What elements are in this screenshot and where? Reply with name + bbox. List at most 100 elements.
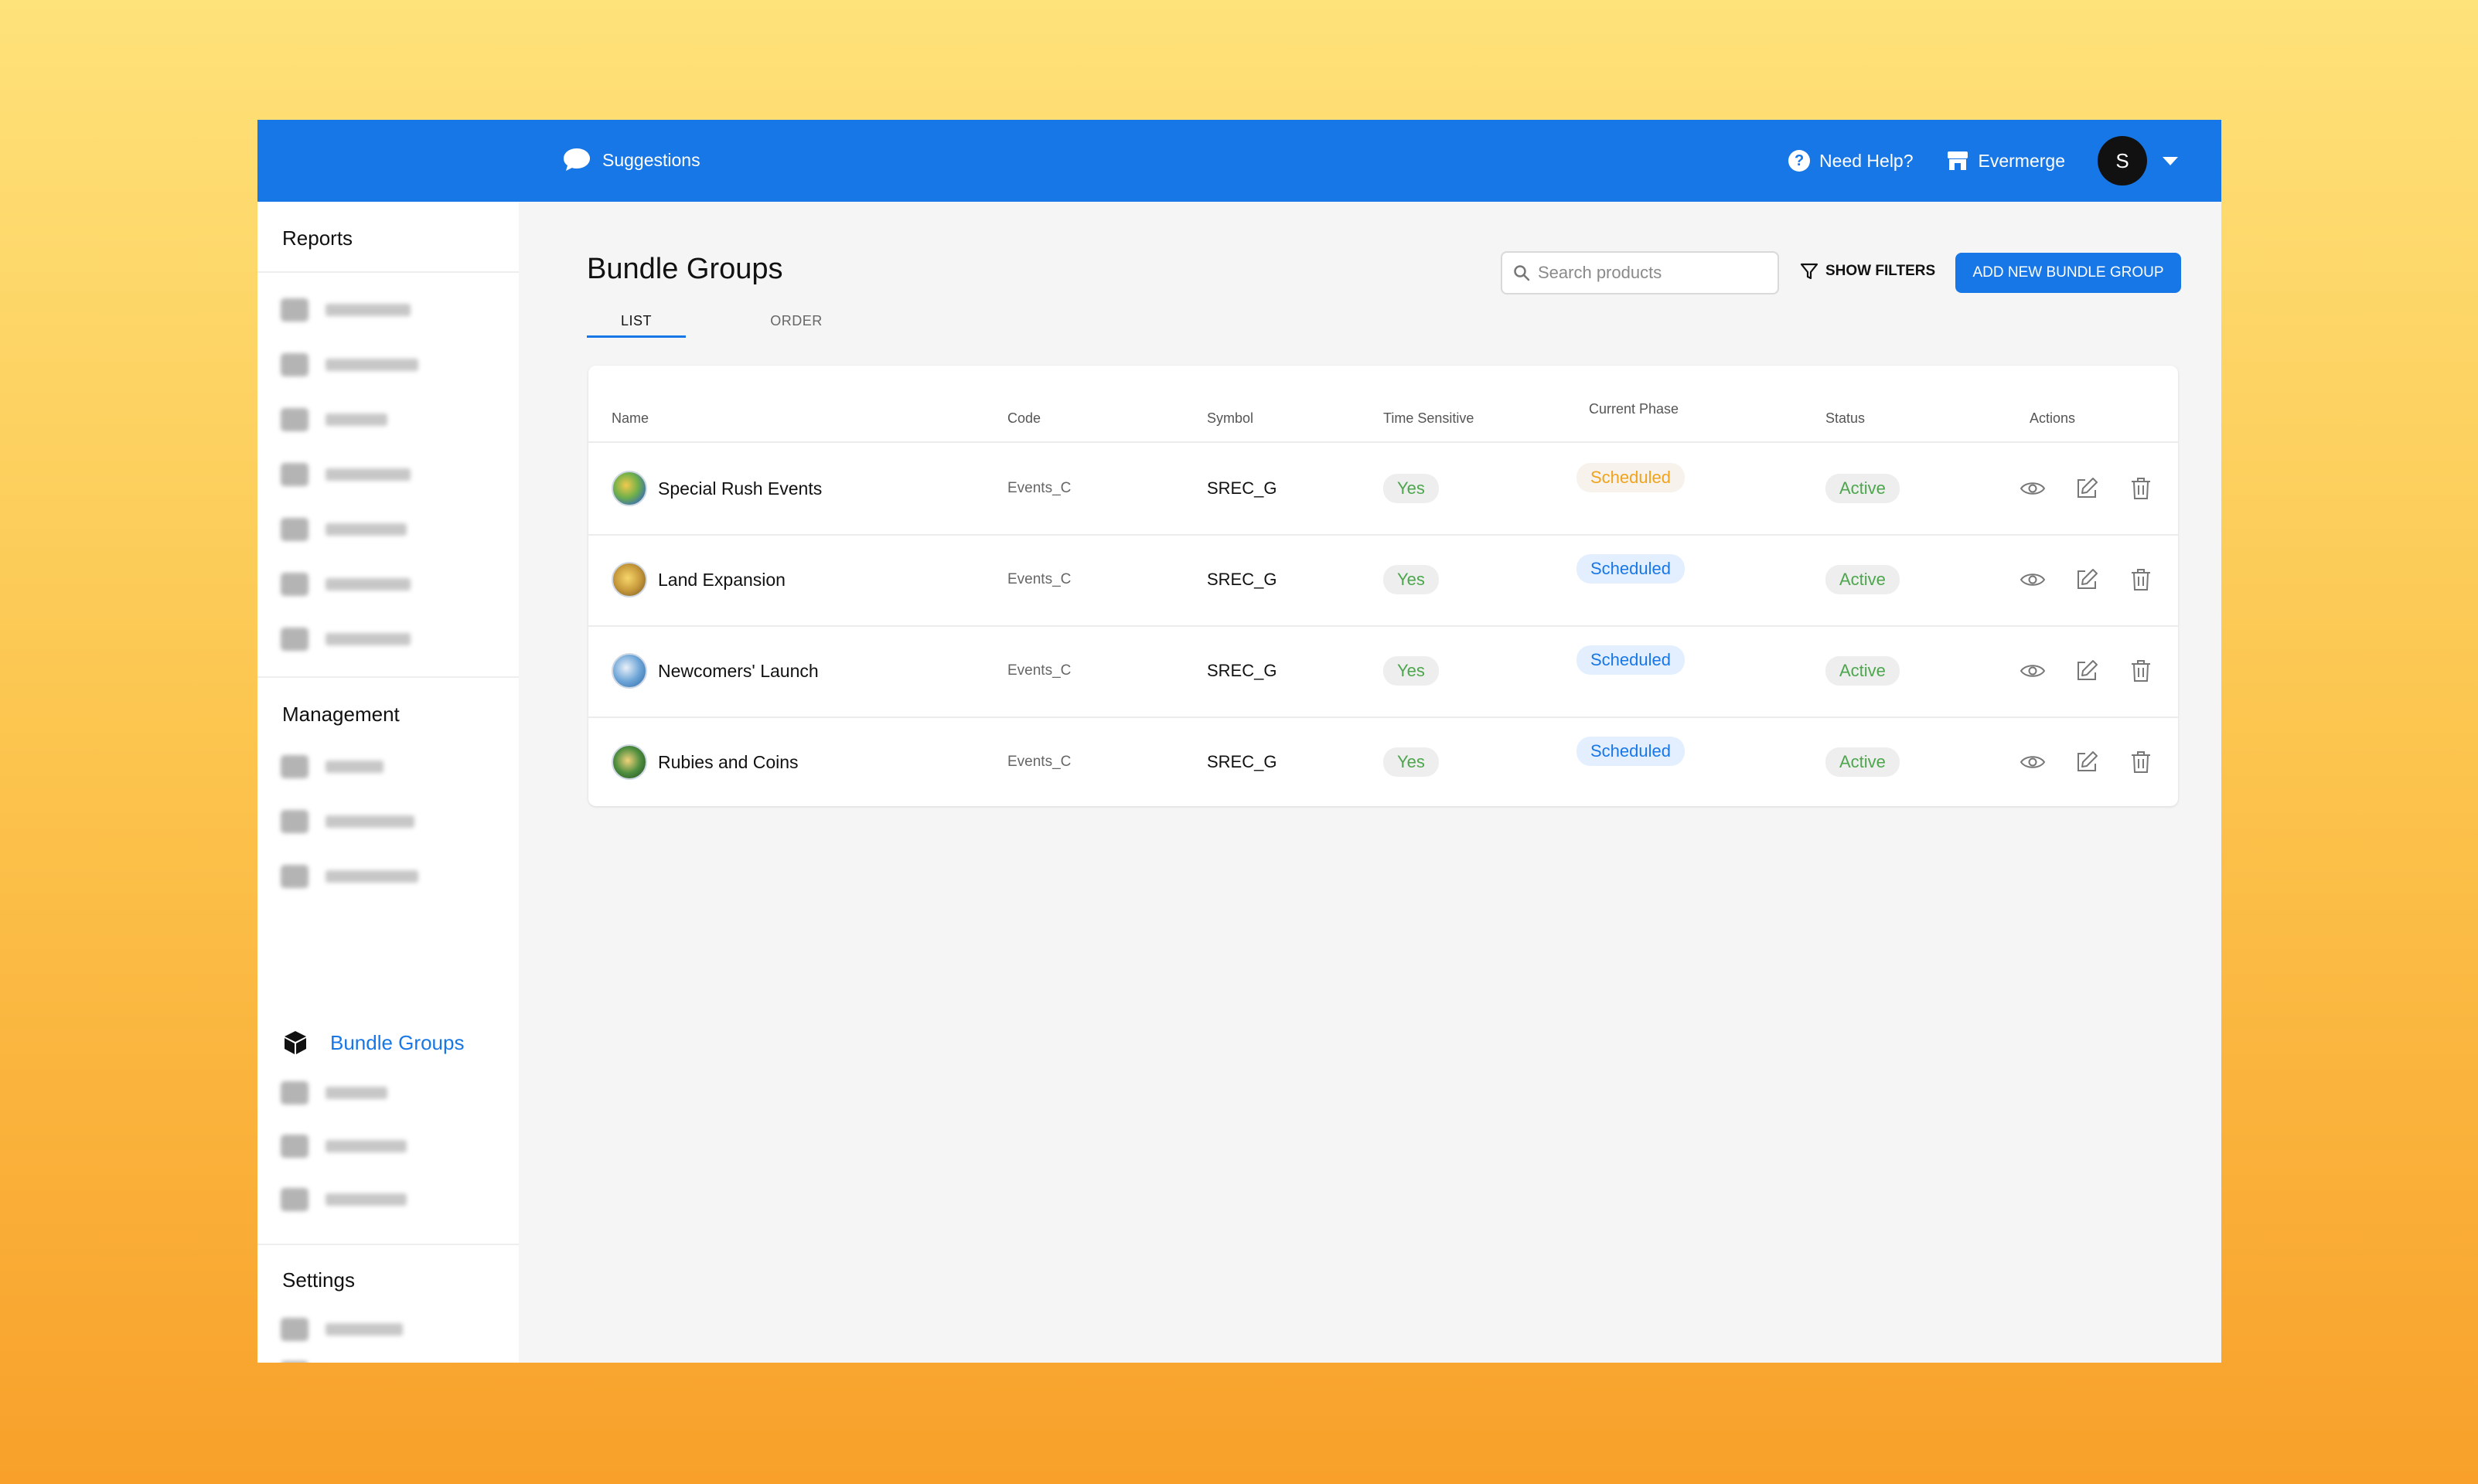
time-sensitive-cell: Yes: [1383, 443, 1439, 534]
symbol-cell: SREC_G: [1207, 752, 1277, 771]
phase-badge: Scheduled: [1576, 645, 1685, 675]
divider: [257, 676, 519, 678]
show-filters-label: SHOW FILTERS: [1825, 263, 1936, 279]
app-window: Suggestions ? Need Help? Evermerge S Rep…: [257, 120, 2221, 1363]
sidebar-item-label: Bundle Groups: [330, 1030, 465, 1054]
top-bar: Suggestions ? Need Help? Evermerge S: [257, 120, 2221, 202]
delete-button[interactable]: [2127, 657, 2155, 685]
actions-cell: [2019, 534, 2155, 625]
table-row[interactable]: Newcomers' Launch Events_C SREC_G Yes Sc…: [588, 625, 2178, 716]
sidebar-item-blurred[interactable]: [281, 1188, 407, 1211]
column-header-code[interactable]: Code: [1007, 410, 1041, 427]
table-row[interactable]: Special Rush Events Events_C SREC_G Yes …: [588, 443, 2178, 534]
trash-icon: [2132, 478, 2150, 499]
phase-badge: Scheduled: [1576, 463, 1685, 492]
sidebar-item-blurred[interactable]: [281, 810, 414, 833]
sidebar-item-blurred[interactable]: [281, 298, 411, 322]
sidebar-item-blurred[interactable]: [281, 1135, 407, 1158]
code-cell: Events_C: [1007, 754, 1072, 770]
trash-icon: [2132, 569, 2150, 591]
bundle-name: Rubies and Coins: [658, 751, 799, 772]
name-cell: Newcomers' Launch: [612, 625, 819, 716]
user-avatar[interactable]: S: [2098, 136, 2147, 186]
tab-order[interactable]: ORDER: [765, 313, 828, 329]
edit-button[interactable]: [2073, 475, 2101, 502]
edit-icon: [2077, 569, 2098, 589]
time-sensitive-badge: Yes: [1383, 656, 1439, 686]
edit-button[interactable]: [2073, 657, 2101, 685]
search-input[interactable]: [1538, 263, 1762, 283]
status-badge: Active: [1825, 565, 1900, 594]
bundle-name: Newcomers' Launch: [658, 660, 819, 681]
sidebar-item-blurred[interactable]: [281, 1081, 387, 1104]
sidebar: Reports Management Bundle Groups Setting…: [257, 202, 519, 1363]
sidebar-item-bundle-groups[interactable]: Bundle Groups: [282, 1030, 464, 1056]
tab-list[interactable]: LIST: [587, 313, 686, 338]
sidebar-item-blurred[interactable]: [281, 518, 407, 541]
phase-cell: Scheduled: [1576, 443, 1685, 534]
add-bundle-group-button[interactable]: ADD NEW BUNDLE GROUP: [1955, 253, 2181, 293]
view-button[interactable]: [2019, 657, 2047, 685]
bundle-name: Land Expansion: [658, 569, 786, 590]
table-row[interactable]: Rubies and Coins Events_C SREC_G Yes Sch…: [588, 716, 2178, 808]
status-cell: Active: [1825, 443, 1900, 534]
show-filters-button[interactable]: SHOW FILTERS: [1799, 261, 1935, 281]
edit-button[interactable]: [2073, 748, 2101, 776]
actions-cell: [2019, 443, 2155, 534]
page-title: Bundle Groups: [587, 253, 783, 285]
divider: [257, 1244, 519, 1245]
sidebar-item-blurred[interactable]: [281, 408, 387, 431]
actions-cell: [2019, 716, 2155, 808]
sidebar-item-blurred[interactable]: [281, 865, 418, 888]
sidebar-section-reports: Reports: [282, 226, 353, 250]
phase-cell: Scheduled: [1576, 716, 1685, 808]
sidebar-item-blurred[interactable]: [281, 628, 411, 651]
bundle-thumbnail: [612, 744, 647, 780]
edit-icon: [2077, 660, 2098, 680]
name-cell: Special Rush Events: [612, 443, 822, 534]
column-header-status[interactable]: Status: [1825, 410, 1865, 427]
delete-button[interactable]: [2127, 475, 2155, 502]
eye-icon: [2020, 482, 2046, 495]
view-button[interactable]: [2019, 566, 2047, 594]
bundle-thumbnail: [612, 562, 647, 597]
sidebar-item-blurred[interactable]: [281, 463, 411, 486]
cube-icon: [285, 1031, 306, 1054]
bundle-name: Special Rush Events: [658, 478, 823, 499]
name-cell: Land Expansion: [612, 534, 786, 625]
bundle-thumbnail: [612, 653, 647, 689]
sidebar-item-blurred[interactable]: [281, 1318, 403, 1341]
time-sensitive-badge: Yes: [1383, 565, 1439, 594]
delete-button[interactable]: [2127, 748, 2155, 776]
view-button[interactable]: [2019, 475, 2047, 502]
trash-icon: [2132, 751, 2150, 773]
suggestions-link[interactable]: Suggestions: [562, 147, 700, 173]
sidebar-section-settings: Settings: [282, 1268, 355, 1292]
sidebar-item-blurred[interactable]: [281, 353, 418, 376]
column-header-name[interactable]: Name: [612, 410, 649, 427]
sidebar-section-management: Management: [282, 703, 400, 726]
symbol-cell: SREC_G: [1207, 478, 1277, 498]
store-label: Evermerge: [1978, 150, 2065, 171]
chevron-down-icon[interactable]: [2163, 156, 2178, 165]
code-cell: Events_C: [1007, 662, 1072, 679]
column-header-symbol[interactable]: Symbol: [1207, 410, 1253, 427]
status-badge: Active: [1825, 656, 1900, 686]
column-header-current-phase[interactable]: Current Phase: [1589, 401, 1679, 417]
column-header-time-sensitive[interactable]: Time Sensitive: [1383, 410, 1474, 427]
sidebar-item-blurred[interactable]: [281, 1361, 457, 1363]
filter-icon: [1800, 263, 1818, 280]
view-button[interactable]: [2019, 748, 2047, 776]
search-box[interactable]: [1501, 251, 1779, 294]
delete-button[interactable]: [2127, 566, 2155, 594]
store-selector[interactable]: Evermerge: [1946, 150, 2065, 172]
table-row[interactable]: Land Expansion Events_C SREC_G Yes Sched…: [588, 534, 2178, 625]
help-link[interactable]: ? Need Help?: [1788, 150, 1914, 172]
status-cell: Active: [1825, 534, 1900, 625]
sidebar-item-blurred[interactable]: [281, 573, 411, 596]
top-right-controls: ? Need Help? Evermerge S: [1788, 135, 2178, 186]
phase-cell: Scheduled: [1576, 625, 1685, 716]
time-sensitive-cell: Yes: [1383, 716, 1439, 808]
edit-button[interactable]: [2073, 566, 2101, 594]
sidebar-item-blurred[interactable]: [281, 755, 383, 778]
